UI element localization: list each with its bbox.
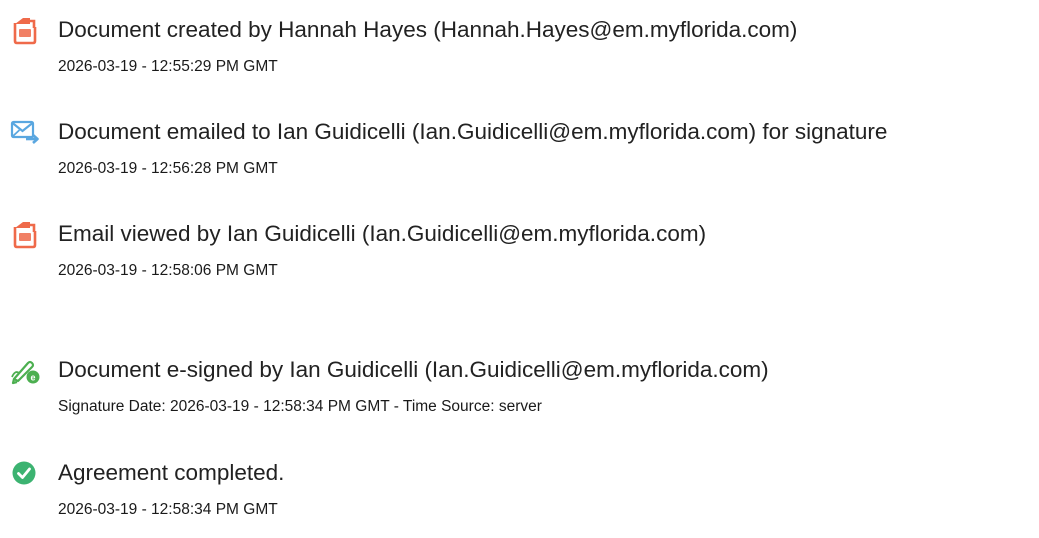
event-title: Document e-signed by Ian Guidicelli (Ian… <box>58 357 769 382</box>
svg-text:e: e <box>30 373 35 383</box>
document-icon <box>10 15 40 45</box>
event-timestamp: 2026-03-19 - 12:56:28 PM GMT <box>58 160 278 177</box>
esign-pen-icon: e <box>10 355 40 385</box>
event-timestamp: 2026-03-19 - 12:58:34 PM GMT <box>58 501 278 518</box>
email-sent-icon <box>10 117 40 147</box>
event-timestamp: Signature Date: 2026-03-19 - 12:58:34 PM… <box>58 398 542 415</box>
check-circle-icon <box>10 458 40 488</box>
event-agreement-completed: Agreement completed. 2026-03-19 - 12:58:… <box>0 458 1039 538</box>
event-timestamp: 2026-03-19 - 12:55:29 PM GMT <box>58 58 278 75</box>
event-document-esigned: e Document e-signed by Ian Guidicelli (I… <box>0 355 1039 435</box>
event-title: Agreement completed. <box>58 460 285 485</box>
event-title: Document created by Hannah Hayes (Hannah… <box>58 17 798 42</box>
document-icon <box>10 219 40 249</box>
event-email-viewed: Email viewed by Ian Guidicelli (Ian.Guid… <box>0 219 1039 299</box>
event-timestamp: 2026-03-19 - 12:58:06 PM GMT <box>58 262 278 279</box>
event-title: Document emailed to Ian Guidicelli (Ian.… <box>58 119 888 144</box>
event-document-emailed: Document emailed to Ian Guidicelli (Ian.… <box>0 117 1039 197</box>
event-document-created: Document created by Hannah Hayes (Hannah… <box>0 15 1039 95</box>
event-title: Email viewed by Ian Guidicelli (Ian.Guid… <box>58 221 707 246</box>
